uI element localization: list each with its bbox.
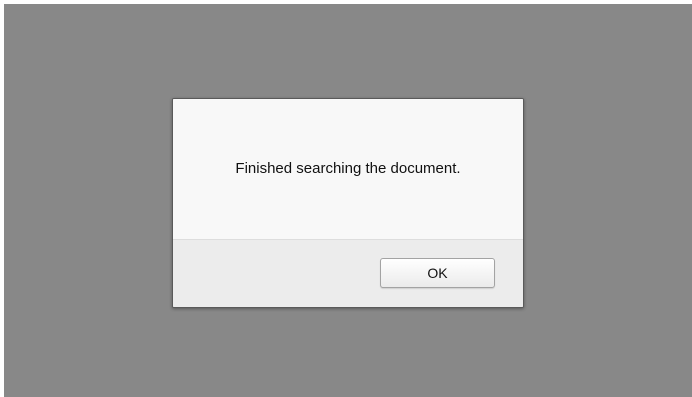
alert-dialog: Finished searching the document. OK [172, 98, 524, 308]
dialog-footer: OK [173, 239, 523, 307]
dialog-message: Finished searching the document. [235, 159, 461, 177]
ok-button[interactable]: OK [380, 258, 495, 288]
dialog-body: Finished searching the document. [173, 99, 523, 239]
